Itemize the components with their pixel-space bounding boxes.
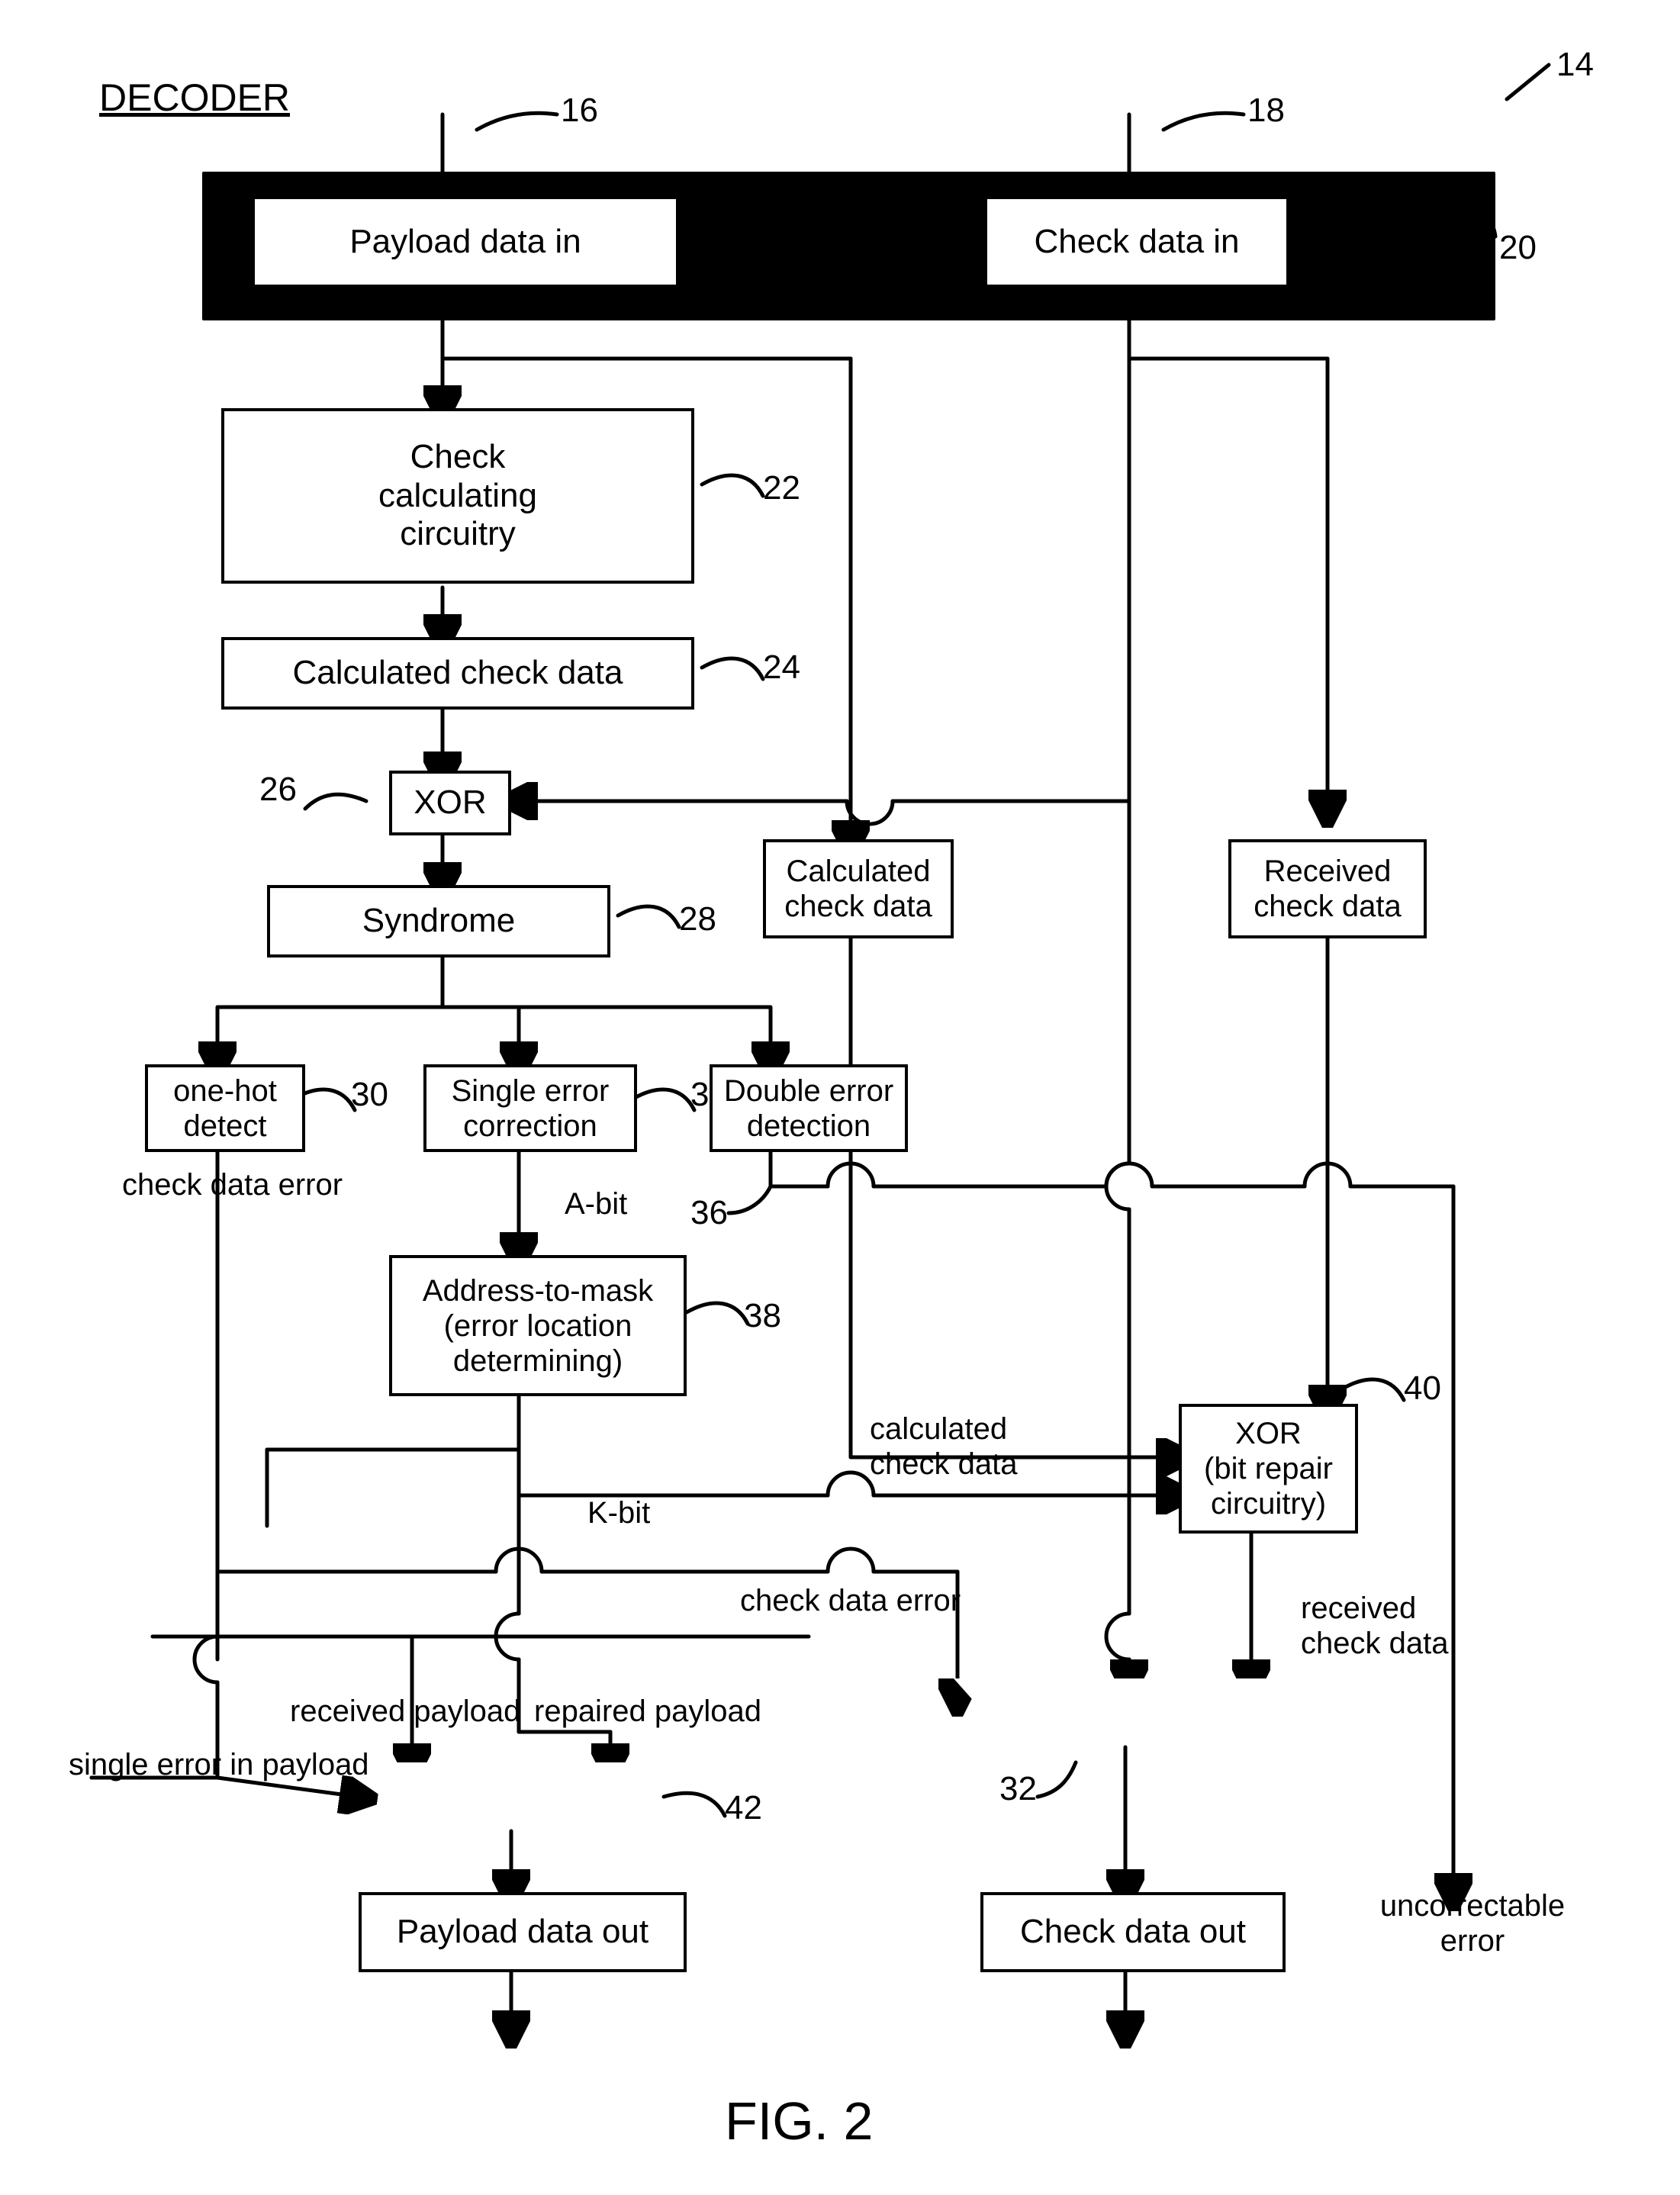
ref-36: 36 — [690, 1194, 728, 1233]
text-xor-bit-repair: XOR (bit repair circuitry) — [1204, 1416, 1333, 1521]
ref-24: 24 — [763, 649, 800, 687]
text-check-calc: Check calculating circuitry — [378, 438, 537, 554]
ref-30: 30 — [351, 1076, 388, 1115]
text-syndrome: Syndrome — [362, 902, 516, 941]
box-check-calculating: Check calculating circuitry — [221, 408, 694, 584]
ref-40: 40 — [1404, 1369, 1441, 1408]
text-xor: XOR — [414, 784, 486, 822]
label-k-bit: K-bit — [587, 1495, 650, 1530]
box-xor-bit-repair: XOR (bit repair circuitry) — [1179, 1404, 1358, 1534]
text-calc-check: Calculated check data — [293, 654, 623, 693]
ref-14: 14 — [1556, 46, 1594, 85]
box-one-hot-detect: one-hot detect — [145, 1064, 305, 1152]
ref-38: 38 — [744, 1297, 781, 1336]
label-received-check-data-right: received check data — [1301, 1591, 1448, 1661]
box-sec: Single error correction — [423, 1064, 637, 1152]
ref-32: 32 — [999, 1770, 1037, 1809]
ref-20: 20 — [1499, 229, 1537, 268]
ref-22: 22 — [763, 469, 800, 508]
ref-28: 28 — [679, 900, 716, 939]
box-recv-check-small: Received check data — [1228, 839, 1427, 938]
text-calc-check-small: Calculated check data — [784, 854, 932, 924]
box-payload-data-out: Payload data out — [359, 1892, 687, 1972]
label-single-error-in-payload: single error in payload — [69, 1747, 369, 1782]
ref-42: 42 — [725, 1789, 762, 1828]
label-received-payload: received payload — [290, 1694, 520, 1729]
label-repaired-payload: repaired payload — [534, 1694, 761, 1729]
box-payload-data-in: Payload data in — [252, 196, 679, 288]
text-payload-out: Payload data out — [397, 1913, 649, 1952]
text-check-in: Check data in — [1034, 223, 1239, 262]
box-check-data-out: Check data out — [980, 1892, 1286, 1972]
label-check-data-error-left: check data error — [122, 1167, 343, 1202]
text-ded: Double error detection — [724, 1073, 893, 1144]
ref-26: 26 — [259, 771, 297, 809]
text-sec: Single error correction — [452, 1073, 610, 1144]
label-check-data-error-mid: check data error — [740, 1583, 961, 1618]
label-calc-check-mid: calculated check data — [870, 1411, 1017, 1482]
text-payload-in: Payload data in — [349, 223, 581, 262]
box-check-data-in: Check data in — [984, 196, 1289, 288]
box-ded: Double error detection — [710, 1064, 908, 1152]
title-decoder: DECODER — [99, 76, 290, 121]
box-xor: XOR — [389, 771, 511, 835]
text-addr-mask: Address-to-mask (error location determin… — [423, 1273, 653, 1379]
label-receiving-circuitry: Receiving circuitry — [717, 187, 916, 264]
text-onehot: one-hot detect — [173, 1073, 277, 1144]
box-syndrome: Syndrome — [267, 885, 610, 957]
ref-16: 16 — [561, 92, 598, 130]
ref-18: 18 — [1247, 92, 1285, 130]
diagram-figure: DECODER 14 16 18 20 Receiving circuitry … — [0, 0, 1680, 2195]
box-address-to-mask: Address-to-mask (error location determin… — [389, 1255, 687, 1396]
figure-caption: FIG. 2 — [725, 2090, 873, 2152]
label-a-bit: A-bit — [565, 1186, 627, 1221]
box-calculated-check-data: Calculated check data — [221, 637, 694, 710]
text-check-out: Check data out — [1020, 1913, 1246, 1952]
box-calc-check-small: Calculated check data — [763, 839, 954, 938]
text-recv-check-small: Received check data — [1254, 854, 1401, 924]
label-uncorrectable-error: uncorrectable error — [1366, 1888, 1579, 1958]
